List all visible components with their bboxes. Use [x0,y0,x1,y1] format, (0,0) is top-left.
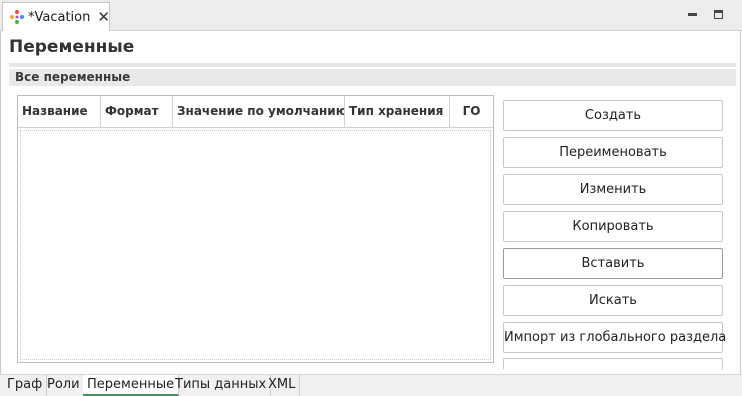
overflow-button[interactable] [503,358,723,370]
close-icon[interactable]: ✕ [97,9,110,25]
editor-tab-bar: *Vacation ✕ [0,0,742,31]
column-header-format[interactable]: Формат [101,96,173,127]
table-body[interactable] [20,130,491,360]
import-global-button[interactable]: Импорт из глобального раздела [503,322,726,353]
editor-tab-title: *Vacation [28,9,91,25]
page-tab-graph[interactable]: Граф [3,375,48,396]
column-header-default-value[interactable]: Значение по умолчанию [173,96,345,127]
section-header[interactable]: Все переменные [9,69,736,86]
paste-button[interactable]: Вставить [503,248,723,279]
page-tab-roles[interactable]: Роли [43,375,85,396]
page-tab-data-types[interactable]: Типы данных [171,375,272,396]
minimize-icon[interactable] [688,10,698,20]
page-tab-variables[interactable]: Переменные [83,375,180,396]
column-header-storage-type[interactable]: Тип хранения [345,96,450,127]
rename-button[interactable]: Переименовать [503,137,723,168]
page-tab-xml[interactable]: XML [264,375,301,396]
variables-table[interactable]: Название Формат Значение по умолчанию Ти… [17,95,494,363]
table-header: Название Формат Значение по умолчанию Ти… [18,96,493,128]
page-title: Переменные [9,37,135,57]
editor-tab-vacation[interactable]: *Vacation ✕ [2,2,110,31]
create-button[interactable]: Создать [503,100,723,131]
edit-button[interactable]: Изменить [503,174,723,205]
maximize-icon[interactable] [714,10,723,19]
title-divider [9,63,736,67]
section-title: Все переменные [15,70,131,84]
copy-button[interactable]: Копировать [503,211,723,242]
process-icon [9,9,25,25]
search-button[interactable]: Искать [503,285,723,316]
column-header-name[interactable]: Название [18,96,101,127]
column-header-go[interactable]: ГО [450,96,493,127]
editor-page-tabs: Граф Роли Переменные Типы данных XML [0,374,742,396]
